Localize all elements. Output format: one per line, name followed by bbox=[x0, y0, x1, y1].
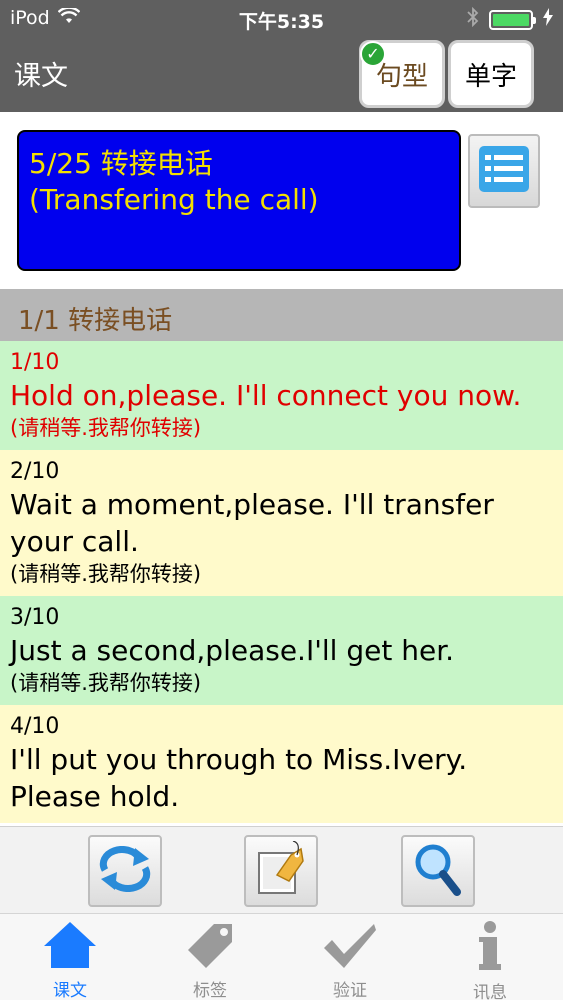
tab-verify[interactable]: 验证 bbox=[280, 914, 420, 1000]
sentence-list[interactable]: 1/10 Hold on,please. I'll connect you no… bbox=[0, 341, 563, 826]
tab-verify-label: 验证 bbox=[333, 981, 367, 1000]
section-header: 1/1 转接电话 bbox=[0, 289, 563, 341]
word-button[interactable]: 单字 bbox=[448, 40, 534, 108]
info-icon bbox=[475, 920, 505, 976]
sentence-row[interactable]: 1/10 Hold on,please. I'll connect you no… bbox=[0, 341, 563, 450]
sentence-english: Just a second,please.I'll get her. bbox=[10, 634, 455, 667]
tab-lesson-label: 课文 bbox=[53, 981, 87, 1000]
charging-icon bbox=[543, 8, 553, 31]
search-icon bbox=[413, 842, 463, 900]
status-bar: iPod 下午5:35 bbox=[0, 0, 563, 36]
lesson-list-button[interactable] bbox=[468, 134, 540, 208]
list-icon bbox=[479, 146, 529, 196]
tab-bar: 课文 标签 验证 讯息 bbox=[0, 913, 563, 1000]
sentence-button[interactable]: ✓ 句型 bbox=[359, 40, 445, 108]
page-title: 课文 bbox=[14, 61, 68, 92]
bookmark-tag-icon bbox=[255, 840, 307, 901]
battery-icon bbox=[489, 9, 536, 30]
sentence-number: 1/10 bbox=[10, 350, 60, 375]
sentence-row[interactable]: 4/10 I'll put you through to Miss.Ivery.… bbox=[0, 705, 563, 823]
sentence-row[interactable]: 3/10 Just a second,please.I'll get her. … bbox=[0, 596, 563, 705]
word-button-label: 单字 bbox=[464, 61, 517, 92]
lesson-title-panel: 5/25 转接电话 (Transfering the call) bbox=[17, 130, 461, 271]
action-toolbar bbox=[0, 826, 563, 913]
sentence-english: Hold on,please. I'll connect you now. bbox=[10, 379, 522, 412]
sentence-english: I'll put you through to Miss.Ivery. Plea… bbox=[10, 743, 468, 813]
lesson-title: 5/25 转接电话 bbox=[29, 147, 213, 180]
search-button[interactable] bbox=[401, 835, 475, 907]
tab-tags-label: 标签 bbox=[193, 981, 227, 1000]
home-icon bbox=[42, 920, 98, 974]
sentence-number: 4/10 bbox=[10, 714, 60, 739]
tab-info-label: 讯息 bbox=[473, 983, 507, 1000]
lesson-subtitle: (Transfering the call) bbox=[29, 183, 319, 216]
bookmark-button[interactable] bbox=[244, 835, 318, 907]
sentence-chinese: (请稍等.我帮你转接) bbox=[10, 671, 202, 695]
sentence-row[interactable]: 2/10 Wait a moment,please. I'll transfer… bbox=[0, 450, 563, 596]
sentence-chinese: (请稍等.我帮你转接) bbox=[10, 416, 202, 440]
checkmark-icon bbox=[322, 920, 378, 974]
tab-lesson[interactable]: 课文 bbox=[0, 914, 140, 1000]
top-bar: iPod 下午5:35 课文 ✓ 句型 单字 bbox=[0, 0, 563, 112]
repeat-icon bbox=[95, 845, 155, 896]
repeat-button[interactable] bbox=[88, 835, 162, 907]
bluetooth-icon bbox=[467, 6, 479, 32]
tab-info[interactable]: 讯息 bbox=[420, 914, 560, 1000]
sentence-chinese: (请稍等.我帮你转接) bbox=[10, 562, 202, 586]
sentence-number: 2/10 bbox=[10, 459, 60, 484]
sentence-number: 3/10 bbox=[10, 605, 60, 630]
tab-tags[interactable]: 标签 bbox=[140, 914, 280, 1000]
tag-icon bbox=[184, 920, 236, 974]
sentence-english: Wait a moment,please. I'll transfer your… bbox=[10, 488, 494, 558]
checkmark-badge-icon: ✓ bbox=[360, 41, 386, 67]
